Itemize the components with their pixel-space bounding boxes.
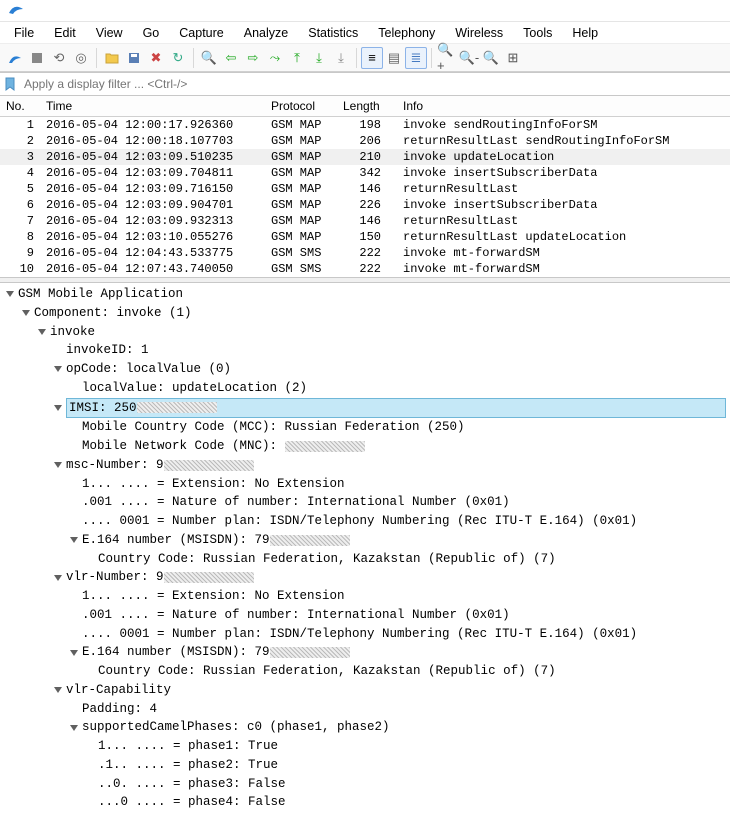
menu-tools[interactable]: Tools [515,24,560,42]
colorize-button[interactable]: ≡ [361,47,383,69]
tree-phase4: ...0 .... = phase4: False [0,793,730,812]
packet-row[interactable]: 82016-05-04 12:03:10.055276GSM MAP150ret… [0,229,730,245]
tree-nature2: .001 .... = Nature of number: Internatio… [0,606,730,625]
display-filter-input[interactable] [20,75,730,93]
tree-country-code: Country Code: Russian Federation, Kazaks… [0,550,730,569]
tree-ext: 1... .... = Extension: No Extension [0,475,730,494]
menu-capture[interactable]: Capture [171,24,231,42]
zoom-in-button[interactable]: 🔍+ [436,47,458,69]
open-file-button[interactable] [101,47,123,69]
tree-plan: .... 0001 = Number plan: ISDN/Telephony … [0,512,730,531]
display-filter-bar [0,72,730,96]
tree-country-code2: Country Code: Russian Federation, Kazaks… [0,662,730,681]
col-info[interactable]: Info [397,96,730,117]
menu-file[interactable]: File [6,24,42,42]
tree-phase3: ..0. .... = phase3: False [0,775,730,794]
packet-row[interactable]: 102016-05-04 12:07:43.740050GSM SMS222in… [0,261,730,277]
jump-to-button[interactable]: ⤳ [264,47,286,69]
tree-plan2: .... 0001 = Number plan: ISDN/Telephony … [0,625,730,644]
tree-mnc: Mobile Network Code (MNC): [0,437,730,456]
find-button[interactable]: 🔍 [198,47,220,69]
tree-msc-number[interactable]: msc-Number: 9 [0,456,730,475]
menu-wireless[interactable]: Wireless [447,24,511,42]
packet-row[interactable]: 52016-05-04 12:03:09.716150GSM MAP146ret… [0,181,730,197]
main-toolbar: ⟲ ◎ ✖ ↻ 🔍 ⇦ ⇨ ⤳ ⤒ ⤓ ⤓ ≡ ▤ ≣ 🔍+ 🔍- 🔍 ⊞ [0,44,730,72]
close-button[interactable]: ✖ [145,47,167,69]
packet-row[interactable]: 32016-05-04 12:03:09.510235GSM MAP210inv… [0,149,730,165]
packet-row[interactable]: 42016-05-04 12:03:09.704811GSM MAP342inv… [0,165,730,181]
tree-invoke[interactable]: invoke [0,323,730,342]
shark-fin-icon[interactable] [4,47,26,69]
packet-row[interactable]: 92016-05-04 12:04:43.533775GSM SMS222inv… [0,245,730,261]
reload-button[interactable]: ↻ [167,47,189,69]
go-forward-button[interactable]: ⇨ [242,47,264,69]
go-first-button[interactable]: ⤒ [286,47,308,69]
save-button[interactable] [123,47,145,69]
tree-localvalue: localValue: updateLocation (2) [0,379,730,398]
tree-padding: Padding: 4 [0,700,730,719]
menu-statistics[interactable]: Statistics [300,24,366,42]
zoom-out-button[interactable]: 🔍- [458,47,480,69]
stop-capture-button[interactable] [26,47,48,69]
col-protocol[interactable]: Protocol [265,96,337,117]
packet-list-header[interactable]: No. Time Protocol Length Info [0,96,730,117]
tree-camel-phases[interactable]: supportedCamelPhases: c0 (phase1, phase2… [0,718,730,737]
go-last-button[interactable]: ⤓ [308,47,330,69]
restart-capture-button[interactable]: ⟲ [48,47,70,69]
bookmark-icon[interactable] [0,77,20,91]
app-icon [8,1,24,20]
packet-row[interactable]: 12016-05-04 12:00:17.926360GSM MAP198inv… [0,117,730,134]
tree-e164[interactable]: E.164 number (MSISDN): 79 [0,531,730,550]
tree-vlr-number[interactable]: vlr-Number: 9 [0,568,730,587]
go-back-button[interactable]: ⇦ [220,47,242,69]
tree-nature: .001 .... = Nature of number: Internatio… [0,493,730,512]
resize-columns-button[interactable]: ▤ [383,47,405,69]
tree-vlr-capability[interactable]: vlr-Capability [0,681,730,700]
tree-component[interactable]: Component: invoke (1) [0,304,730,323]
col-time[interactable]: Time [40,96,265,117]
col-no[interactable]: No. [0,96,40,117]
tree-invokeid: invokeID: 1 [0,341,730,360]
menu-analyze[interactable]: Analyze [236,24,296,42]
tree-mcc: Mobile Country Code (MCC): Russian Feder… [0,418,730,437]
menu-view[interactable]: View [88,24,131,42]
packet-row[interactable]: 22016-05-04 12:00:18.107703GSM MAP206ret… [0,133,730,149]
auto-scroll-button[interactable]: ⤓ [330,47,352,69]
menu-telephony[interactable]: Telephony [370,24,443,42]
tree-imsi[interactable]: IMSI: 250 [0,398,730,419]
packet-row[interactable]: 62016-05-04 12:03:09.904701GSM MAP226inv… [0,197,730,213]
tree-phase1: 1... .... = phase1: True [0,737,730,756]
tree-ext2: 1... .... = Extension: No Extension [0,587,730,606]
packet-details-pane[interactable]: GSM Mobile Application Component: invoke… [0,283,730,818]
layout-button[interactable]: ≣ [405,47,427,69]
menu-go[interactable]: Go [135,24,168,42]
menu-bar: FileEditViewGoCapture AnalyzeStatisticsTe… [0,22,730,44]
packet-row[interactable]: 72016-05-04 12:03:09.932313GSM MAP146ret… [0,213,730,229]
packet-list-pane[interactable]: No. Time Protocol Length Info 12016-05-0… [0,96,730,277]
zoom-reset-button[interactable]: 🔍 [480,47,502,69]
menu-help[interactable]: Help [564,24,606,42]
tree-root[interactable]: GSM Mobile Application [0,285,730,304]
resize-all-button[interactable]: ⊞ [502,47,524,69]
tree-phase2: .1.. .... = phase2: True [0,756,730,775]
title-bar [0,0,730,22]
col-length[interactable]: Length [337,96,397,117]
menu-edit[interactable]: Edit [46,24,84,42]
capture-options-button[interactable]: ◎ [70,47,92,69]
tree-e164-2[interactable]: E.164 number (MSISDN): 79 [0,643,730,662]
tree-opcode[interactable]: opCode: localValue (0) [0,360,730,379]
